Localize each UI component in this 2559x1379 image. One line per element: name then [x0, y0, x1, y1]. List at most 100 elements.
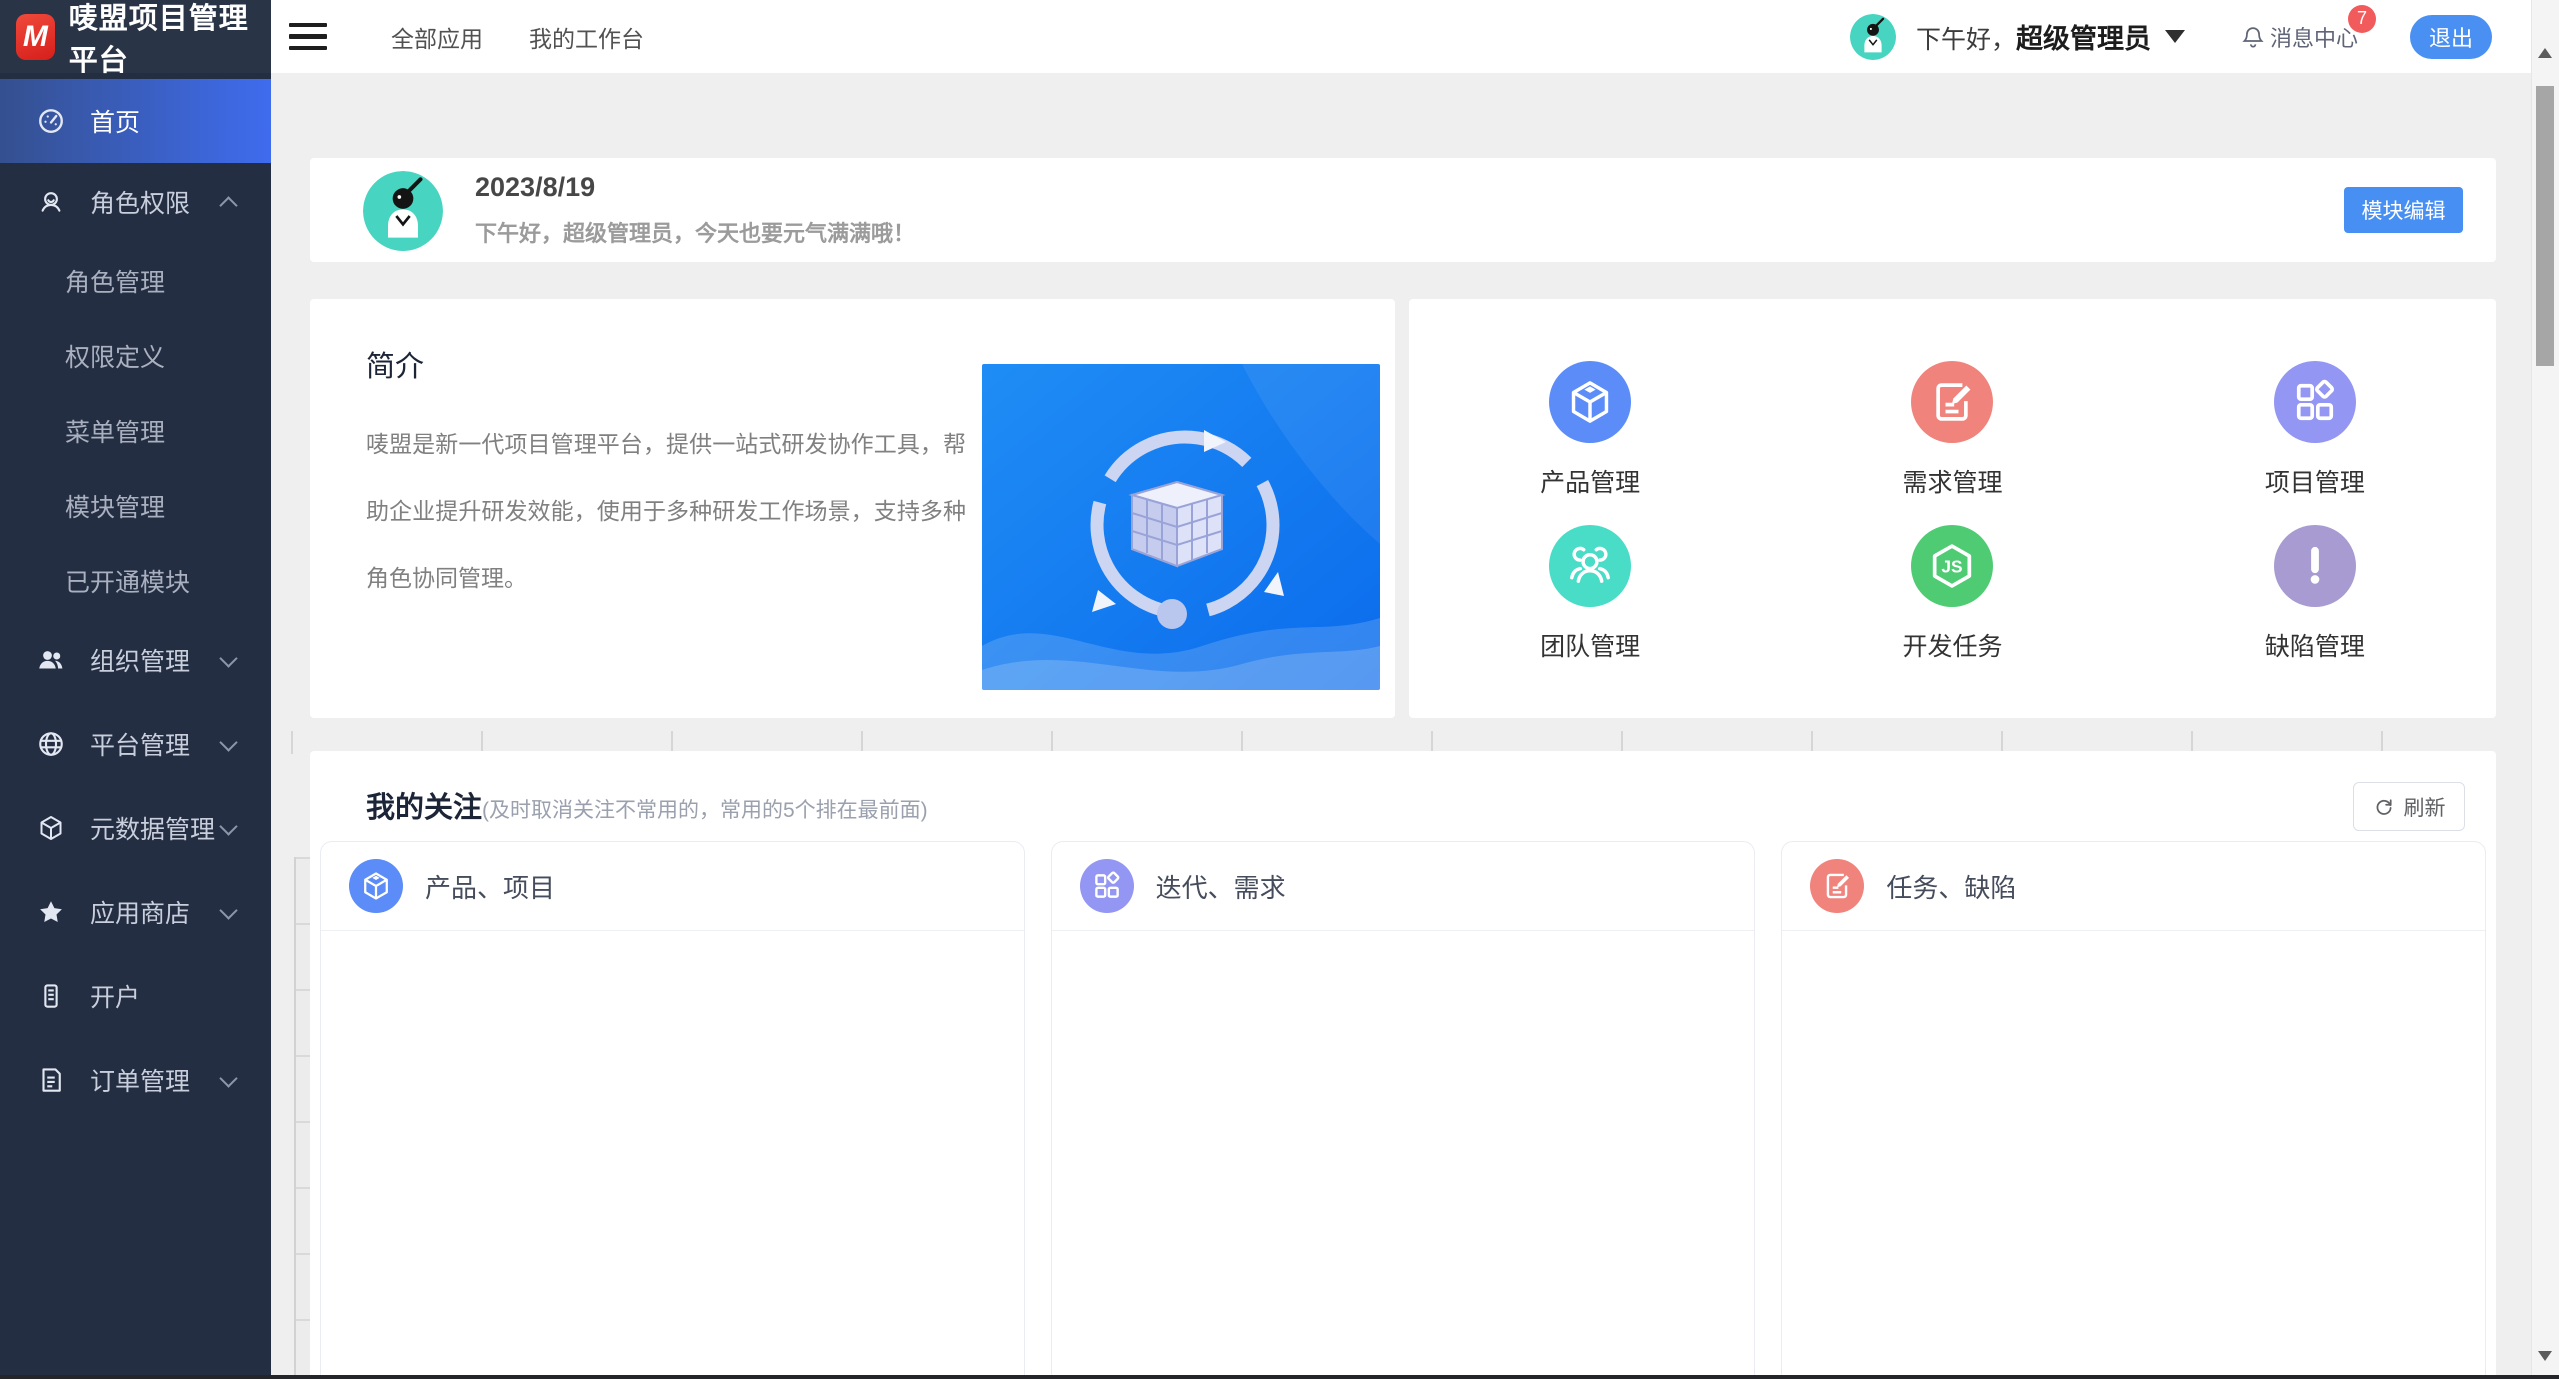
intro-card: 简介 唛盟是新一代项目管理平台，提供一站式研发协作工具，帮助企业提升研发效能，使…	[310, 299, 1395, 718]
role-permission-submenu: 角色管理 权限定义 菜单管理 模块管理 已开通模块	[0, 241, 271, 618]
avatar-doodle-icon	[1850, 14, 1896, 60]
tab-my-workbench[interactable]: 我的工作台	[529, 20, 644, 54]
cube-loop-illustration	[982, 364, 1380, 690]
sidebar-item-label: 订单管理	[90, 1062, 190, 1098]
app-screen: M 唛盟项目管理平台 首页 角色权限 角色管理 权限定义 菜单管理 模块管理 已…	[0, 0, 2559, 1379]
module-label: 项目管理	[2265, 463, 2365, 499]
org-users-icon	[36, 645, 66, 675]
module-label: 开发任务	[1902, 627, 2002, 663]
welcome-card: 2023/8/19 下午好，超级管理员，今天也要元气满满哦！ 模块编辑	[310, 158, 2496, 262]
greeting-prefix: 下午好，	[1916, 26, 2016, 54]
focus-card-task-defect: 任务、缺陷	[1781, 841, 2486, 1379]
account-icon	[36, 981, 66, 1011]
module-requirement[interactable]: 需求管理	[1771, 361, 2133, 525]
window-bottom-edge	[0, 1375, 2559, 1379]
edit-doc-icon	[1926, 376, 1978, 428]
my-focus-title: 我的关注	[366, 784, 482, 826]
sidebar-item-app-store[interactable]: 应用商店	[0, 870, 271, 954]
sidebar-subitem-permission-define[interactable]: 权限定义	[0, 318, 271, 393]
sidebar-item-orders[interactable]: 订单管理	[0, 1038, 271, 1122]
message-center[interactable]: 消息中心 7	[2240, 21, 2358, 53]
my-focus-header: 我的关注 (及时取消关注不常用的，常用的5个排在最前面)	[366, 784, 928, 826]
greeting-text[interactable]: 下午好，超级管理员	[1916, 17, 2151, 56]
module-defect[interactable]: 缺陷管理	[2134, 525, 2496, 689]
module-dev-task[interactable]: JS 开发任务	[1771, 525, 2133, 689]
metadata-cube-icon	[36, 813, 66, 843]
app-logo: M	[16, 14, 55, 60]
components-icon	[1090, 869, 1124, 903]
logout-button[interactable]: 退出	[2410, 15, 2492, 59]
app-title: 唛盟项目管理平台	[69, 0, 271, 79]
scrollbar-thumb[interactable]	[2536, 86, 2554, 366]
edit-doc-icon	[1820, 869, 1854, 903]
module-edit-button[interactable]: 模块编辑	[2344, 187, 2463, 233]
intro-illustration	[982, 364, 1380, 690]
focus-cards-row: 产品、项目 迭代、需求	[320, 841, 2486, 1379]
focus-card-header: 任务、缺陷	[1782, 842, 2485, 931]
focus-card-header: 产品、项目	[321, 842, 1024, 931]
sidebar-item-label: 组织管理	[90, 642, 190, 678]
star-icon	[36, 897, 66, 927]
sidebar-item-label: 元数据管理	[90, 810, 215, 846]
sidebar-subitem-opened-modules[interactable]: 已开通模块	[0, 543, 271, 618]
cube-icon	[359, 869, 393, 903]
module-team[interactable]: 团队管理	[1409, 525, 1771, 689]
dashboard-icon	[36, 106, 66, 136]
role-icon	[36, 187, 66, 217]
avatar-doodle-icon	[363, 171, 443, 251]
sidebar-item-metadata[interactable]: 元数据管理	[0, 786, 271, 870]
sidebar: M 唛盟项目管理平台 首页 角色权限 角色管理 权限定义 菜单管理 模块管理 已…	[0, 0, 271, 1375]
focus-card-body	[1782, 931, 2485, 1379]
components-icon	[2289, 376, 2341, 428]
sidebar-item-open-account[interactable]: 开户	[0, 954, 271, 1038]
focus-card-header: 迭代、需求	[1052, 842, 1755, 931]
intro-text: 唛盟是新一代项目管理平台，提供一站式研发协作工具，帮助企业提升研发效能，使用于多…	[366, 411, 966, 612]
scroll-up-arrow-icon[interactable]	[2538, 48, 2552, 58]
sidebar-item-platform[interactable]: 平台管理	[0, 702, 271, 786]
tab-all-apps[interactable]: 全部应用	[391, 20, 483, 54]
cube-icon	[1564, 376, 1616, 428]
my-focus-card: 我的关注 (及时取消关注不常用的，常用的5个排在最前面) 刷新 产品、项目	[310, 751, 2496, 1379]
sidebar-item-label: 首页	[90, 103, 140, 139]
focus-card-title: 任务、缺陷	[1886, 868, 2016, 905]
focus-card-iteration-requirement: 迭代、需求	[1051, 841, 1756, 1379]
exclamation-icon	[2289, 540, 2341, 592]
chevron-down-icon	[219, 733, 237, 751]
sidebar-subitem-role-manage[interactable]: 角色管理	[0, 243, 271, 318]
sidebar-subitem-module-manage[interactable]: 模块管理	[0, 468, 271, 543]
message-center-label: 消息中心	[2270, 21, 2358, 53]
hamburger-menu-icon[interactable]	[289, 21, 331, 53]
sidebar-menu: 首页 角色权限 角色管理 权限定义 菜单管理 模块管理 已开通模块 组织管理	[0, 73, 271, 1122]
sidebar-subitem-menu-manage[interactable]: 菜单管理	[0, 393, 271, 468]
vertical-scrollbar[interactable]	[2531, 0, 2559, 1375]
sidebar-item-label: 应用商店	[90, 894, 190, 930]
sidebar-item-role-permission[interactable]: 角色权限	[0, 163, 271, 241]
chevron-down-icon	[219, 1069, 237, 1087]
focus-card-title: 迭代、需求	[1156, 868, 1286, 905]
sidebar-item-label: 平台管理	[90, 726, 190, 762]
topbar: 全部应用 我的工作台 下午好，超级管理员 消息中心 7 退出	[271, 0, 2532, 73]
module-project[interactable]: 项目管理	[2134, 361, 2496, 525]
welcome-message: 下午好，超级管理员，今天也要元气满满哦！	[475, 216, 915, 248]
chevron-down-icon	[219, 649, 237, 667]
user-name: 超级管理员	[2016, 24, 2151, 54]
user-avatar[interactable]	[1850, 14, 1896, 60]
module-label: 缺陷管理	[2265, 627, 2365, 663]
user-dropdown-caret-icon[interactable]	[2165, 30, 2185, 43]
refresh-button[interactable]: 刷新	[2353, 782, 2465, 831]
chevron-down-icon	[219, 901, 237, 919]
chevron-down-icon	[219, 817, 237, 835]
modules-card: 产品管理 需求管理 项目管理 团队管理	[1409, 299, 2496, 718]
globe-icon	[36, 729, 66, 759]
nodejs-icon: JS	[1926, 540, 1978, 592]
sidebar-item-org[interactable]: 组织管理	[0, 618, 271, 702]
order-icon	[36, 1065, 66, 1095]
scroll-down-arrow-icon[interactable]	[2538, 1351, 2552, 1361]
refresh-label: 刷新	[2404, 792, 2446, 822]
module-label: 团队管理	[1540, 627, 1640, 663]
module-product[interactable]: 产品管理	[1409, 361, 1771, 525]
welcome-avatar	[363, 171, 443, 251]
focus-card-product-project: 产品、项目	[320, 841, 1025, 1379]
intro-title: 简介	[366, 343, 424, 385]
sidebar-item-home[interactable]: 首页	[0, 79, 271, 163]
